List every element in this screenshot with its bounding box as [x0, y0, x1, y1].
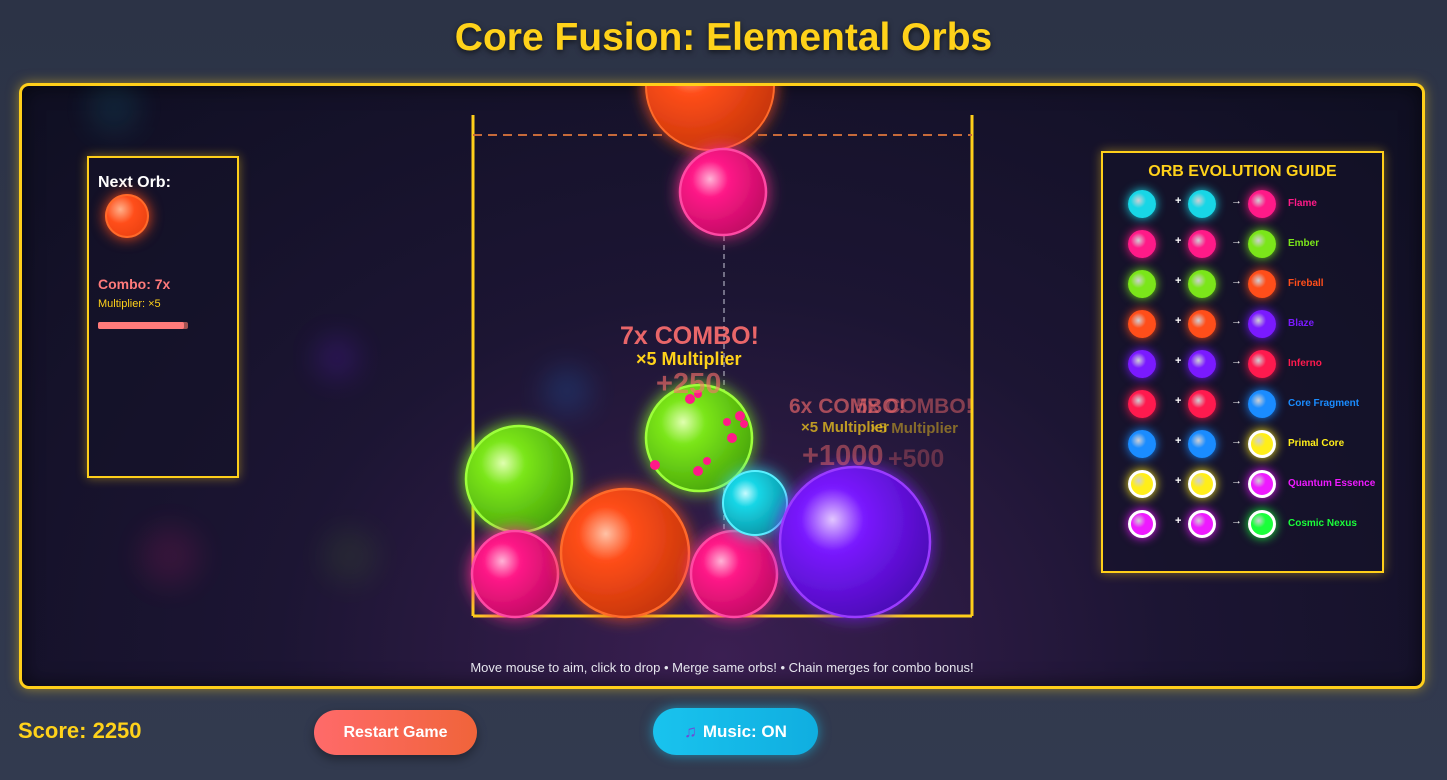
guide-orb-input-a [1128, 350, 1156, 378]
guide-row: + → Core Fragment [1103, 385, 1382, 425]
plus-sign: + [1175, 475, 1182, 487]
guide-row: + → Cosmic Nexus [1103, 505, 1382, 545]
guide-orb-input-a [1128, 230, 1156, 258]
plus-sign: + [1175, 435, 1182, 447]
multiplier-popup-b: ×5 Multiplier [870, 420, 958, 437]
orb-flame-held [678, 147, 768, 237]
guide-orb-input-b [1188, 230, 1216, 258]
points-popup-1000: +1000 [802, 440, 884, 472]
arrow-icon: → [1231, 515, 1242, 527]
orb-flame-bottom-left [470, 529, 560, 619]
guide-orb-input-b [1188, 270, 1216, 298]
guide-orb-result [1248, 350, 1276, 378]
guide-orb-result [1248, 230, 1276, 258]
guide-row: + → Quantum Essence [1103, 465, 1382, 505]
guide-orb-input-b [1188, 310, 1216, 338]
orb-fireball-bottom [559, 487, 691, 619]
combo-popup-b: 5x COMBO! [856, 395, 973, 418]
guide-orb-result [1248, 390, 1276, 418]
guide-row: + → Ember [1103, 225, 1382, 265]
instructions-text: Move mouse to aim, click to drop • Merge… [470, 660, 974, 675]
arrow-icon: → [1231, 275, 1242, 287]
multiplier-popup-7: ×5 Multiplier [636, 349, 742, 369]
guide-orb-input-a [1128, 390, 1156, 418]
score-display: Score: 2250 [18, 718, 142, 743]
guide-orb-name: Flame [1288, 198, 1317, 209]
orb-water [722, 470, 788, 536]
guide-orb-input-b [1188, 350, 1216, 378]
arrow-icon: → [1231, 395, 1242, 407]
music-note-icon: ♫ [684, 721, 697, 741]
points-popup-250: +250 [656, 368, 722, 400]
combo-label: Combo: 7x [98, 276, 171, 292]
music-label: Music: ON [702, 721, 787, 741]
guide-orb-result [1248, 310, 1276, 338]
guide-orb-result [1248, 430, 1276, 458]
arrow-icon: → [1231, 355, 1242, 367]
guide-row: + → Blaze [1103, 305, 1382, 345]
page-title: Core Fusion: Elemental Orbs [454, 16, 993, 59]
multiplier-label: Multiplier: ×5 [98, 298, 161, 310]
game-canvas[interactable]: Next Orb: Combo: 7x Multiplier: ×5 7x CO… [19, 83, 1425, 689]
guide-orb-name: Core Fragment [1288, 398, 1360, 409]
guide-row: + → Flame [1103, 185, 1382, 225]
guide-orb-name: Cosmic Nexus [1288, 518, 1357, 529]
combo-timer-bar [98, 322, 188, 329]
guide-orb-result [1248, 470, 1276, 498]
guide-orb-input-a [1128, 430, 1156, 458]
guide-orb-name: Blaze [1288, 318, 1315, 329]
orb-fireball-top [645, 86, 775, 151]
next-orb-panel: Next Orb: Combo: 7x Multiplier: ×5 [87, 156, 239, 478]
next-orb-preview [105, 194, 149, 238]
guide-orb-input-a [1128, 270, 1156, 298]
orb-ember-left [464, 424, 574, 534]
plus-sign: + [1175, 395, 1182, 407]
guide-orb-result [1248, 190, 1276, 218]
guide-orb-input-b [1188, 470, 1216, 498]
guide-orb-input-b [1188, 430, 1216, 458]
guide-row: + → Inferno [1103, 345, 1382, 385]
guide-orb-name: Fireball [1288, 278, 1324, 289]
guide-orb-input-b [1188, 510, 1216, 538]
arrow-icon: → [1231, 195, 1242, 207]
guide-row: + → Fireball [1103, 265, 1382, 305]
arrow-icon: → [1231, 235, 1242, 247]
plus-sign: + [1175, 515, 1182, 527]
guide-orb-name: Quantum Essence [1288, 478, 1376, 489]
plus-sign: + [1175, 275, 1182, 287]
arrow-icon: → [1231, 475, 1242, 487]
arrow-icon: → [1231, 435, 1242, 447]
guide-row: + → Primal Core [1103, 425, 1382, 465]
orb-flame-bottom-mid [689, 529, 779, 619]
guide-orb-input-a [1128, 470, 1156, 498]
guide-title: ORB EVOLUTION GUIDE [1148, 163, 1337, 180]
guide-orb-input-b [1188, 390, 1216, 418]
next-orb-label: Next Orb: [98, 174, 171, 191]
arrow-icon: → [1231, 315, 1242, 327]
restart-button[interactable]: Restart Game [314, 710, 477, 755]
points-popup-500: +500 [888, 445, 945, 473]
guide-orb-name: Primal Core [1288, 438, 1345, 449]
guide-orb-result [1248, 270, 1276, 298]
guide-orb-input-a [1128, 510, 1156, 538]
evolution-guide-panel: ORB EVOLUTION GUIDE + → Flame + → Ember + → Fire… [1101, 151, 1384, 573]
combo-popup-7: 7x COMBO! [620, 322, 759, 350]
guide-orb-input-a [1128, 310, 1156, 338]
orb-blaze [778, 465, 932, 619]
music-toggle-button[interactable]: ♫ Music: ON [653, 708, 818, 755]
guide-orb-result [1248, 510, 1276, 538]
guide-orb-input-a [1128, 190, 1156, 218]
plus-sign: + [1175, 195, 1182, 207]
plus-sign: + [1175, 235, 1182, 247]
guide-orb-name: Inferno [1288, 358, 1322, 369]
guide-orb-name: Ember [1288, 238, 1320, 249]
plus-sign: + [1175, 355, 1182, 367]
guide-orb-input-b [1188, 190, 1216, 218]
combo-timer-fill [98, 322, 184, 329]
plus-sign: + [1175, 315, 1182, 327]
